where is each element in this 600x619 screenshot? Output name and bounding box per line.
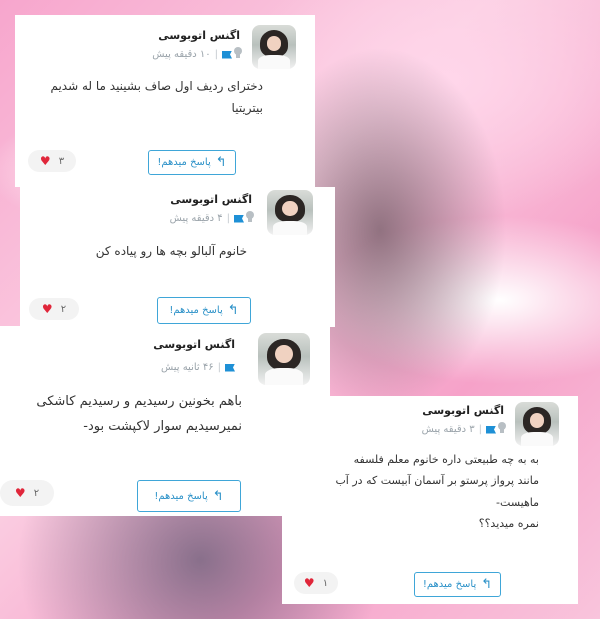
- reply-arrow-icon: ↰: [215, 155, 227, 170]
- like-count: ۲: [33, 487, 40, 499]
- comment-card-3: اگنس اتوبوسی | ۴۶ ثانیه پیش باهم بخونین …: [0, 326, 330, 516]
- reply-button[interactable]: ↰ پاسخ میدهم!: [148, 150, 236, 175]
- reply-button[interactable]: ↰ پاسخ میدهم!: [414, 572, 501, 597]
- comment-text: دخترای ردیف اول صاف بشینید ما له شدیم بی…: [50, 75, 263, 119]
- like-counter[interactable]: ♥ ۲: [29, 298, 79, 320]
- timestamp: ۴ دقیقه پیش: [169, 213, 223, 224]
- comment-meta: | ۱۰ دقیقه پیش: [152, 47, 242, 60]
- reply-arrow-icon: ↰: [227, 303, 239, 318]
- comment-meta: | ۴۶ ثانیه پیش: [161, 362, 235, 373]
- like-count: ۲: [60, 303, 67, 315]
- reply-button[interactable]: ↰ پاسخ میدهم!: [157, 297, 251, 324]
- flag-icon[interactable]: [222, 50, 232, 59]
- timestamp: ۳ دقیقه پیش: [421, 424, 475, 435]
- author-name[interactable]: اگنس اتوبوسی: [170, 193, 252, 206]
- heart-icon: ♥: [39, 154, 51, 168]
- reply-arrow-icon: ↰: [481, 577, 493, 592]
- comment-meta: | ۳ دقیقه پیش: [421, 422, 506, 435]
- author-name[interactable]: اگنس اتوبوسی: [158, 29, 240, 42]
- flag-icon[interactable]: [486, 425, 496, 434]
- flag-icon[interactable]: [225, 363, 235, 372]
- avatar[interactable]: [258, 333, 310, 385]
- like-counter[interactable]: ♥ ۲: [0, 480, 54, 506]
- reply-label: پاسخ میدهم!: [157, 157, 211, 168]
- timestamp: ۴۶ ثانیه پیش: [160, 362, 214, 373]
- heart-icon: ♥: [14, 486, 26, 500]
- avatar[interactable]: [515, 402, 559, 446]
- heart-icon: ♥: [303, 576, 315, 590]
- comment-text: باهم بخونین رسیدیم و رسیدیم کاشکی نمیرسی…: [36, 390, 242, 439]
- like-counter[interactable]: ♥ ۳: [28, 150, 76, 172]
- avatar[interactable]: [267, 190, 313, 235]
- comment-card-2: اگنس اتوبوسی | ۴ دقیقه پیش خانوم آلبالو …: [20, 187, 335, 327]
- comment-line: به به چه طبیعتی داره خانوم معلم فلسفه: [353, 453, 539, 466]
- comment-meta: | ۴ دقیقه پیش: [169, 211, 254, 224]
- timestamp: ۱۰ دقیقه پیش: [152, 49, 211, 60]
- comment-line: نمره میدید؟؟: [478, 517, 539, 531]
- comment-line: ماهیست-: [496, 495, 539, 509]
- like-counter[interactable]: ♥ ۱: [294, 572, 338, 594]
- comment-line: بیتریتیا: [231, 101, 263, 116]
- comment-line: نمیرسیدیم سوار لاکپشت بود-: [83, 418, 242, 434]
- comment-text: خانوم آلبالو بچه ها رو پیاده کن: [96, 240, 247, 262]
- pin-icon: [234, 47, 242, 58]
- comment-card-4: اگنس اتوبوسی | ۳ دقیقه پیش به به چه طبیع…: [282, 396, 578, 604]
- reply-arrow-icon: ↰: [212, 488, 224, 504]
- comment-line: باهم بخونین رسیدیم و رسیدیم کاشکی: [36, 394, 242, 409]
- reply-label: پاسخ میدهم!: [169, 305, 223, 316]
- like-count: ۳: [58, 155, 65, 167]
- pin-icon: [498, 422, 506, 433]
- author-name[interactable]: اگنس اتوبوسی: [153, 338, 235, 351]
- flag-icon[interactable]: [234, 214, 244, 223]
- like-count: ۱: [322, 577, 329, 589]
- reply-label: پاسخ میدهم!: [422, 579, 477, 590]
- comment-card-1: اگنس اتوبوسی | ۱۰ دقیقه پیش دخترای ردیف …: [15, 15, 315, 187]
- reply-label: پاسخ میدهم!: [154, 490, 208, 502]
- avatar[interactable]: [252, 25, 296, 69]
- comment-text: به به چه طبیعتی داره خانوم معلم فلسفه ما…: [335, 449, 539, 535]
- heart-icon: ♥: [41, 302, 53, 316]
- comment-line: دخترای ردیف اول صاف بشینید ما له شدیم: [50, 79, 263, 93]
- reply-button[interactable]: ↰ پاسخ میدهم!: [137, 480, 241, 512]
- author-name[interactable]: اگنس اتوبوسی: [422, 404, 504, 417]
- comment-line: مانند پرواز پرستو بر آسمان آبیست که در آ…: [335, 474, 539, 488]
- comment-line: خانوم آلبالو بچه ها رو پیاده کن: [95, 244, 247, 258]
- pin-icon: [246, 211, 254, 222]
